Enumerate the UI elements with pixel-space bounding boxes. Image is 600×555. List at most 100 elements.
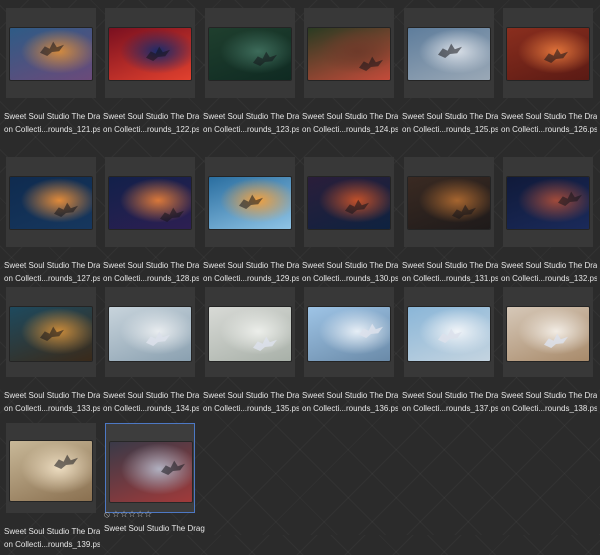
thumbnail-item[interactable]: Sweet Soul Studio The Drag on Collecti...… [300,153,398,289]
thumbnail-caption: Sweet Soul Studio The Drag on Collecti...… [302,259,398,285]
thumbnail-tile[interactable] [105,287,195,377]
star-rating[interactable]: ⦸ ☆☆☆☆☆ [104,509,152,521]
thumbnail-item[interactable]: Sweet Soul Studio The Drag on Collecti...… [400,4,498,140]
thumbnail-image[interactable] [209,177,291,229]
thumbnail-tile[interactable] [304,287,394,377]
dragon-silhouette-icon [359,323,383,338]
thumbnail-caption: Sweet Soul Studio The Drag on Collecti...… [4,525,100,551]
thumbnail-caption: Sweet Soul Studio The Drag on Collecti...… [203,259,299,285]
dragon-silhouette-icon [345,199,369,214]
dragon-silhouette-icon [146,331,170,346]
thumbnail-item[interactable]: Sweet Soul Studio The Drag on Collecti...… [201,283,299,419]
dragon-silhouette-icon [452,204,476,219]
thumbnail-tile[interactable] [304,8,394,98]
thumbnail-item[interactable]: Sweet Soul Studio The Drag on Collecti...… [2,283,100,419]
caption-line-1: Sweet Soul Studio The Drag [4,527,100,536]
dragon-silhouette-icon [161,460,185,475]
thumbnail-item[interactable]: Sweet Soul Studio The Drag on Collecti...… [400,283,498,419]
thumbnail-tile[interactable] [105,8,195,98]
thumbnail-tile[interactable] [503,287,593,377]
thumbnail-tile[interactable] [205,157,295,247]
thumbnail-tile[interactable] [503,8,593,98]
thumbnail-image[interactable] [10,177,92,229]
thumbnail-tile[interactable] [6,423,96,513]
thumbnail-image[interactable] [109,307,191,361]
caption-line-1: Sweet Soul Studio The Drag [302,261,398,270]
caption-line-1: Sweet Soul Studio The Drag [103,112,199,121]
thumbnail-caption: Sweet Soul Studio The Drag on Collecti...… [501,110,597,136]
thumbnail-image[interactable] [308,307,390,361]
caption-line-1: Sweet Soul Studio The Drag [302,112,398,121]
thumbnail-image[interactable] [109,28,191,80]
thumbnail-tile[interactable] [105,157,195,247]
thumbnail-caption: Sweet Soul Studio The Drag on Collecti...… [4,259,100,285]
caption-line-2: on Collecti...rounds_139.psd [4,540,100,549]
thumbnail-item[interactable]: Sweet Soul Studio The Drag on Collecti...… [499,283,597,419]
thumbnail-item[interactable]: Sweet Soul Studio The Drag on Collecti...… [2,153,100,289]
thumbnail-caption: Sweet Soul Studio The Drag on Collecti...… [4,389,100,415]
thumbnail-caption: Sweet Soul Studio The Drag on Collecti...… [402,259,498,285]
thumbnail-caption: Sweet Soul Studio The Drag on Collecti...… [203,389,299,415]
thumbnail-image[interactable] [507,28,589,80]
caption-line-1: Sweet Soul Studio The Drag [402,112,498,121]
thumbnail-item[interactable]: Sweet Soul Studio The Drag on Collecti...… [101,4,199,140]
thumbnail-tile[interactable] [6,157,96,247]
thumbnail-image[interactable] [408,177,490,229]
thumbnail-item[interactable]: Sweet Soul Studio The Drag on Collecti...… [101,283,199,419]
thumbnail-item[interactable]: Sweet Soul Studio The Drag on Collecti...… [201,153,299,289]
thumbnail-image[interactable] [308,177,390,229]
caption-line-2: on Collecti...rounds_136.psd [302,404,398,413]
dragon-silhouette-icon [438,43,462,58]
thumbnail-image[interactable] [10,307,92,361]
thumbnail-tile[interactable] [205,287,295,377]
thumbnail-item[interactable]: Sweet Soul Studio The Drag on Collecti...… [101,153,199,289]
dragon-silhouette-icon [54,202,78,217]
dragon-silhouette-icon [253,51,277,66]
dragon-silhouette-icon [239,194,263,209]
thumbnail-caption: Sweet Soul Studio The Drag on Collecti...… [203,110,299,136]
thumbnail-item[interactable]: Sweet Soul Studio The Drag on Collecti...… [499,4,597,140]
caption-line-2: on Collecti...rounds_137.psd [402,404,498,413]
dragon-silhouette-icon [160,207,184,222]
dragon-silhouette-icon [54,454,78,469]
thumbnail-tile[interactable] [503,157,593,247]
thumbnail-tile[interactable] [205,8,295,98]
thumbnail-item[interactable]: Sweet Soul Studio The Drag on Collecti...… [300,4,398,140]
dragon-silhouette-icon [146,46,170,61]
dragon-silhouette-icon [438,328,462,343]
dragon-silhouette-icon [40,326,64,341]
thumbnail-image[interactable] [10,441,92,501]
thumbnail-caption: Sweet Soul Studio The Drag on Collecti...… [103,259,199,285]
thumbnail-image[interactable] [109,177,191,229]
thumbnail-item[interactable]: Sweet Soul Studio The Drag on Collecti...… [499,153,597,289]
thumbnail-item[interactable]: Sweet Soul Studio The Drag on Collecti...… [2,4,100,140]
thumbnail-image[interactable] [110,442,192,502]
thumbnail-tile[interactable] [404,287,494,377]
thumbnail-item[interactable]: Sweet Soul Studio The Drag on Collecti...… [201,4,299,140]
thumbnail-tile[interactable] [105,423,195,513]
thumbnail-tile[interactable] [6,8,96,98]
caption-line-1: Sweet Soul Studio The Drag [103,391,199,400]
thumbnail-image[interactable] [507,307,589,361]
thumbnail-image[interactable] [408,307,490,361]
thumbnail-item[interactable]: Sweet Soul Studio The Drag on Collecti...… [400,153,498,289]
thumbnail-image[interactable] [10,28,92,80]
thumbnail-item[interactable]: Sweet Soul Studio The Drag on Collecti...… [300,283,398,419]
rating-stars[interactable]: ☆☆☆☆☆ [112,510,152,520]
caption-line-1: Sweet Soul Studio The Drag [302,391,398,400]
thumbnail-image[interactable] [408,28,490,80]
thumbnail-image[interactable] [507,177,589,229]
thumbnail-tile[interactable] [404,8,494,98]
thumbnail-image[interactable] [209,307,291,361]
thumbnail-tile[interactable] [6,287,96,377]
thumbnail-image[interactable] [308,28,390,80]
thumbnail-tile[interactable] [404,157,494,247]
thumbnail-caption: Sweet Soul Studio The Drag on Collecti...… [501,389,597,415]
caption-line-1: Sweet Soul Studio The Drag [501,261,597,270]
thumbnail-image[interactable] [209,28,291,80]
caption-line-1: Sweet Soul Studio The Drag [103,261,199,270]
thumbnail-tile[interactable] [304,157,394,247]
caption-line-1: Sweet Soul Studio The Drag [203,391,299,400]
dragon-silhouette-icon [40,41,64,56]
reject-icon[interactable]: ⦸ [104,509,110,521]
